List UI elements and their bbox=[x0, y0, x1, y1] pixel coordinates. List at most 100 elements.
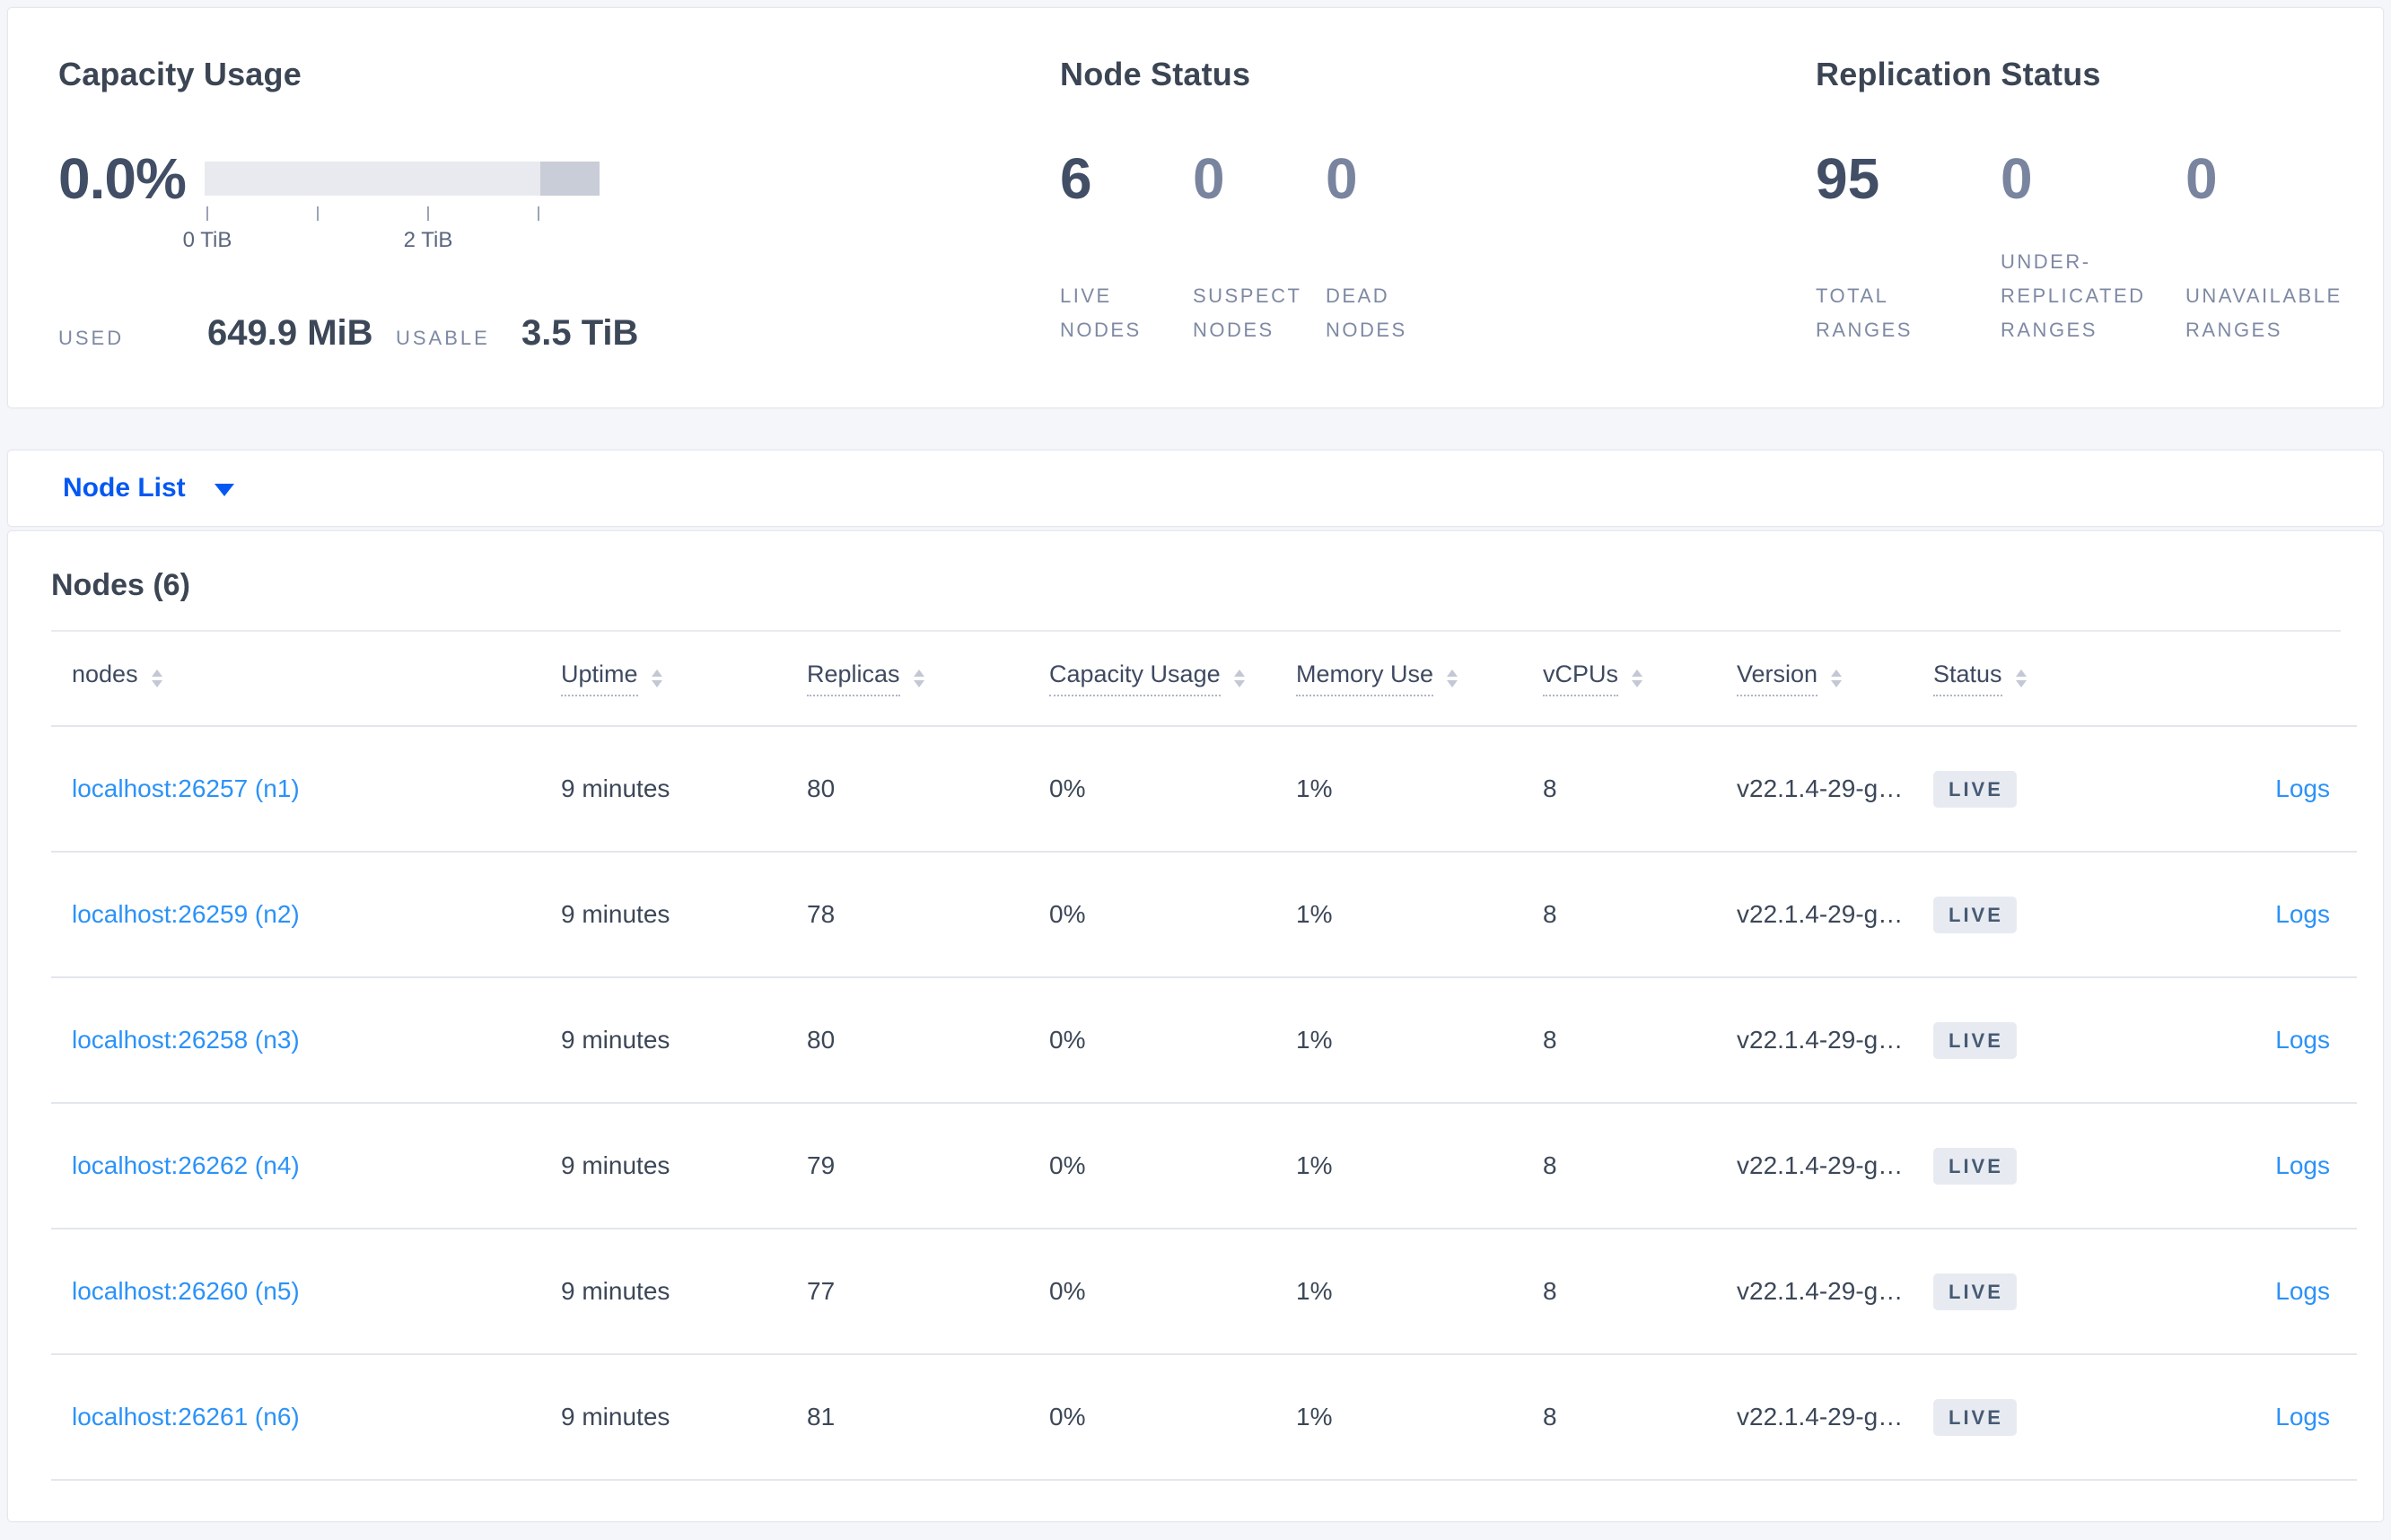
column-header-version[interactable]: Version bbox=[1716, 632, 1913, 726]
usable-value: 3.5 TiB bbox=[521, 313, 639, 353]
logs-link[interactable]: Logs bbox=[2275, 1026, 2330, 1054]
sort-icon bbox=[1831, 669, 1843, 687]
memory-cell: 1% bbox=[1275, 976, 1522, 1103]
logs-link[interactable]: Logs bbox=[2275, 900, 2330, 928]
version-cell: v22.1.4-29-g… bbox=[1716, 976, 1913, 1103]
table-row: localhost:26257 (n1) 9 minutes 80 0% 1% … bbox=[51, 725, 2357, 852]
capacity-cell: 0% bbox=[1029, 1353, 1275, 1481]
capacity-usage-detail: USED 649.9 MiB USABLE 3.5 TiB bbox=[58, 313, 1060, 354]
node-address-link[interactable]: localhost:26257 (n1) bbox=[72, 774, 300, 802]
column-header-vcpus[interactable]: vCPUs bbox=[1522, 632, 1716, 726]
column-header-replicas[interactable]: Replicas bbox=[786, 632, 1029, 726]
memory-cell: 1% bbox=[1275, 1228, 1522, 1354]
replicas-cell: 81 bbox=[786, 1353, 1029, 1481]
node-address-link[interactable]: localhost:26260 (n5) bbox=[72, 1277, 300, 1305]
node-list-dropdown-label: Node List bbox=[63, 473, 186, 503]
sort-icon bbox=[1233, 669, 1245, 687]
node-address-link[interactable]: localhost:26261 (n6) bbox=[72, 1403, 300, 1431]
node-address-link[interactable]: localhost:26259 (n2) bbox=[72, 900, 300, 928]
capacity-usage-section: Capacity Usage 0.0% 0 TiB 2 TiB USED 649… bbox=[58, 55, 1060, 407]
node-status-title: Node Status bbox=[1060, 56, 1251, 92]
table-row: localhost:26262 (n4) 9 minutes 79 0% 1% … bbox=[51, 1102, 2357, 1229]
unavailable-ranges-label: UNAVAILABLE RANGES bbox=[2185, 284, 2343, 341]
column-header-memory-use[interactable]: Memory Use bbox=[1275, 632, 1522, 726]
unavailable-ranges-metric: 0 UNAVAILABLE RANGES bbox=[2185, 150, 2370, 347]
nodes-card: Nodes (6) nodes Uptime Replicas Capacity… bbox=[7, 530, 2384, 1522]
status-badge: LIVE bbox=[1933, 896, 2017, 933]
capacity-cell: 0% bbox=[1029, 1228, 1275, 1354]
axis-tick-label: 0 TiB bbox=[182, 228, 232, 252]
sort-icon bbox=[1632, 669, 1643, 687]
replication-metrics: 95 TOTAL RANGES 0 UNDER-REPLICATED RANGE… bbox=[1816, 150, 2383, 347]
capacity-usage-title: Capacity Usage bbox=[58, 56, 302, 92]
under-replicated-ranges-value: 0 bbox=[2001, 146, 2033, 211]
vcpus-cell: 8 bbox=[1522, 1102, 1716, 1229]
replication-status-title: Replication Status bbox=[1816, 56, 2101, 92]
sort-icon bbox=[2015, 669, 2027, 687]
total-ranges-metric: 95 TOTAL RANGES bbox=[1816, 150, 2001, 347]
live-nodes-metric: 6 LIVE NODES bbox=[1060, 150, 1193, 347]
logs-link[interactable]: Logs bbox=[2275, 1151, 2330, 1179]
capacity-percent-value: 0.0% bbox=[58, 146, 187, 211]
dead-nodes-value: 0 bbox=[1326, 146, 1358, 211]
table-row: localhost:26258 (n3) 9 minutes 80 0% 1% … bbox=[51, 976, 2357, 1103]
vcpus-cell: 8 bbox=[1522, 976, 1716, 1103]
memory-cell: 1% bbox=[1275, 1102, 1522, 1229]
status-badge: LIVE bbox=[1933, 1147, 2017, 1185]
column-header-nodes[interactable]: nodes bbox=[51, 632, 540, 726]
status-badge: LIVE bbox=[1933, 1398, 2017, 1436]
node-address-link[interactable]: localhost:26258 (n3) bbox=[72, 1026, 300, 1054]
uptime-cell: 9 minutes bbox=[540, 1102, 786, 1229]
suspect-nodes-metric: 0 SUSPECT NODES bbox=[1193, 150, 1326, 347]
under-replicated-ranges-label: UNDER-REPLICATED RANGES bbox=[2001, 250, 2146, 341]
sort-icon bbox=[151, 669, 162, 687]
uptime-cell: 9 minutes bbox=[540, 976, 786, 1103]
uptime-cell: 9 minutes bbox=[540, 851, 786, 977]
node-address-link[interactable]: localhost:26262 (n4) bbox=[72, 1151, 300, 1179]
column-header-logs bbox=[2106, 632, 2357, 726]
vcpus-cell: 8 bbox=[1522, 1353, 1716, 1481]
capacity-gauge: 0.0% 0 TiB 2 TiB bbox=[58, 146, 1060, 252]
node-list-dropdown[interactable]: Node List bbox=[63, 473, 234, 503]
used-label: USED bbox=[58, 327, 125, 349]
view-selector-bar: Node List bbox=[7, 450, 2384, 527]
unavailable-ranges-value: 0 bbox=[2185, 146, 2218, 211]
uptime-cell: 9 minutes bbox=[540, 1228, 786, 1354]
total-ranges-label: TOTAL RANGES bbox=[1816, 284, 1913, 341]
logs-link[interactable]: Logs bbox=[2275, 1403, 2330, 1431]
replicas-cell: 80 bbox=[786, 976, 1029, 1103]
usable-label: USABLE bbox=[396, 327, 490, 349]
replicas-cell: 77 bbox=[786, 1228, 1029, 1354]
capacity-bar-reserved-segment bbox=[540, 162, 600, 196]
sort-icon bbox=[913, 669, 924, 687]
memory-cell: 1% bbox=[1275, 725, 1522, 852]
cluster-summary-panel: Capacity Usage 0.0% 0 TiB 2 TiB USED 649… bbox=[7, 7, 2384, 408]
version-cell: v22.1.4-29-g… bbox=[1716, 851, 1913, 977]
capacity-cell: 0% bbox=[1029, 851, 1275, 977]
memory-cell: 1% bbox=[1275, 851, 1522, 977]
total-ranges-value: 95 bbox=[1816, 146, 1880, 211]
status-badge: LIVE bbox=[1933, 1273, 2017, 1310]
memory-cell: 1% bbox=[1275, 1353, 1522, 1481]
axis-tick bbox=[317, 206, 319, 221]
nodes-table: nodes Uptime Replicas Capacity Usage Mem… bbox=[51, 632, 2357, 1481]
axis-tick bbox=[206, 206, 208, 221]
version-cell: v22.1.4-29-g… bbox=[1716, 1353, 1913, 1481]
logs-link[interactable]: Logs bbox=[2275, 774, 2330, 802]
node-status-metrics: 6 LIVE NODES 0 SUSPECT NODES 0 DEAD NODE… bbox=[1060, 150, 1816, 347]
vcpus-cell: 8 bbox=[1522, 1228, 1716, 1354]
column-header-capacity-usage[interactable]: Capacity Usage bbox=[1029, 632, 1275, 726]
axis-tick bbox=[427, 206, 429, 221]
sort-icon bbox=[1447, 669, 1458, 687]
chevron-down-icon bbox=[214, 484, 234, 496]
capacity-cell: 0% bbox=[1029, 725, 1275, 852]
version-cell: v22.1.4-29-g… bbox=[1716, 1102, 1913, 1229]
column-header-status[interactable]: Status bbox=[1913, 632, 2106, 726]
live-nodes-value: 6 bbox=[1060, 146, 1092, 211]
vcpus-cell: 8 bbox=[1522, 725, 1716, 852]
dead-nodes-label: DEAD NODES bbox=[1326, 284, 1407, 341]
capacity-cell: 0% bbox=[1029, 1102, 1275, 1229]
logs-link[interactable]: Logs bbox=[2275, 1277, 2330, 1305]
column-header-uptime[interactable]: Uptime bbox=[540, 632, 786, 726]
replicas-cell: 78 bbox=[786, 851, 1029, 977]
